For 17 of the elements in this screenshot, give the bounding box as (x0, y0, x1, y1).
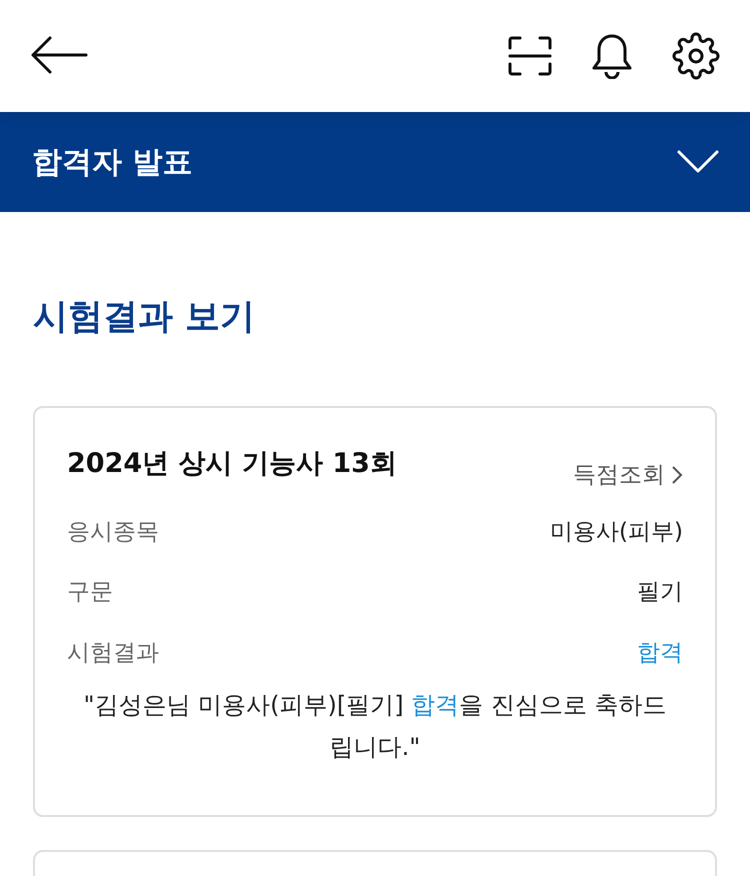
score-link[interactable]: 득점조회 (573, 458, 683, 492)
field-label: 시험결과 (67, 638, 159, 668)
field-value: 미용사(피부) (550, 518, 683, 546)
back-icon[interactable] (30, 35, 88, 75)
chevron-right-icon (671, 465, 683, 486)
field-value: 필기 (637, 578, 683, 607)
bell-icon[interactable] (590, 33, 634, 79)
card-title: 2024년 상시 기능사 13회 (67, 447, 397, 481)
field-label: 응시종목 (67, 518, 159, 546)
section-title: 합격자 발표 (32, 144, 192, 182)
field-value: 합격 (637, 638, 683, 668)
section-bar[interactable]: 합격자 발표 (0, 112, 750, 212)
field-label: 구문 (67, 578, 113, 607)
page-heading: 시험결과 보기 (33, 296, 256, 339)
congratulation-message: "김성은님 미용사(피부)[필기] 합격 을 진심으로 축하드립니다." (82, 690, 668, 763)
scan-icon[interactable] (508, 36, 552, 76)
settings-icon[interactable] (672, 32, 720, 80)
